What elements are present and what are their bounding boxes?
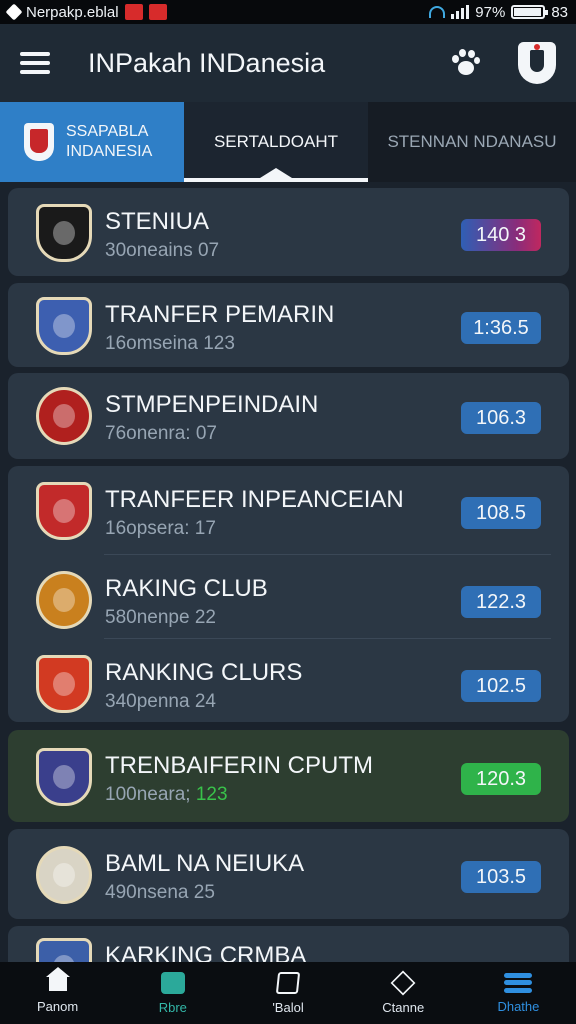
row-title: RAKING CLUB [105,575,268,602]
app-notification-icon-2 [148,4,167,20]
list-item[interactable]: STMPENPEINDAIN 76onenra: 07 106.3 [8,371,569,459]
signal-icon [451,5,470,19]
list-item[interactable]: RANKING CLURS 340penna 24 102.5 [8,639,569,727]
row-subtitle-prefix: 100neara; [105,784,191,805]
tab-label: SSAPABLA INDANESIA [66,123,153,160]
score-badge: 120.3 [461,763,541,795]
score-badge: 122.3 [461,586,541,618]
tab-active-notch [260,168,292,178]
tab-label: STENNAN NDANASU [387,132,557,151]
status-carrier-text: Nerpakp.eblal [26,3,119,21]
nav-label: Dhathe [497,998,540,1014]
score-badge: 1:36.5 [461,312,541,344]
list-item[interactable]: KARKING CRMBA [8,922,569,962]
square-icon [160,971,185,994]
club-logo-icon [36,938,92,962]
row-subtitle: 30oneains 07 [105,240,220,261]
app-bar: INPakah INDanesia [0,24,576,102]
battery-icon [511,5,549,19]
list-card: BAML NA NEIUKA 490nsena 25 103.5 [8,829,569,919]
tab-label: SERTALDOAHT [213,132,339,151]
score-badge: 102.5 [461,670,541,702]
list-item[interactable]: BAML NA NEIUKA 490nsena 25 103.5 [8,830,569,918]
score-badge: 108.5 [461,497,541,529]
club-logo-icon [36,655,92,713]
list-card-partial: KARKING CRMBA [8,926,569,962]
tab-ssapabla-indanesia[interactable]: SSAPABLA INDANESIA [0,102,184,182]
row-subtitle: 16opsera: 17 [105,518,216,539]
status-bar: Nerpakp.eblal 97% 83 [0,0,576,24]
nav-ctanne[interactable]: Ctanne [346,962,461,1024]
score-badge: 103.5 [461,861,541,893]
menu-icon[interactable] [20,52,50,74]
app-title: INPakah INDanesia [88,47,326,78]
nav-label: Ctanne [382,999,425,1015]
nav-home[interactable]: Panom [0,962,115,1024]
row-title: BAML NA NEIUKA [105,850,305,877]
app-notification-icon [124,4,143,20]
club-list[interactable]: STENIUA 30oneains 07 140 3 TRANFER PEMAR… [0,182,576,962]
tab-bar: SSAPABLA INDANESIA SERTALDOAHT STENNAN N… [0,102,576,182]
club-logo-icon [36,748,92,806]
row-subtitle: 340penna 24 [105,691,216,712]
frame-icon [275,971,301,994]
battery-percent: 97% [475,3,506,21]
club-logo-icon [36,204,92,262]
list-item[interactable]: TRANFER PEMARIN 16omseina 123 1:36.5 [8,281,569,369]
club-logo-icon [36,571,92,629]
nav-rbre[interactable]: Rbre [115,962,230,1024]
nav-label: 'Balol [272,999,304,1015]
club-logo-icon [36,297,92,355]
notification-diamond-icon [5,3,23,21]
row-title: TRENBAIFERIN CPUTM [105,752,374,779]
row-title: STMPENPEINDAIN [105,391,319,418]
nav-dhathe[interactable]: Dhathe [461,962,576,1024]
row-subtitle: 580nenpe 22 [105,607,216,628]
score-badge: 106.3 [461,402,541,434]
list-card: STMPENPEINDAIN 76onenra: 07 106.3 [8,373,569,459]
status-time: 83 [551,3,568,21]
row-subtitle: 100neara; 123 [105,784,228,806]
crest-icon [24,123,54,161]
nav-label: Rbre [158,999,187,1015]
list-card-highlighted: TRENBAIFERIN CPUTM 100neara; 123 120.3 [8,730,569,822]
club-logo-icon [36,482,92,540]
stack-icon [504,972,533,993]
cube-icon [390,970,416,995]
paw-icon[interactable] [448,47,480,79]
list-item[interactable]: TRANFEER INPEANCEIAN 16opsera: 17 108.5 [8,466,569,554]
club-logo-icon [36,846,92,904]
row-title: STENIUA [105,208,210,235]
row-subtitle: 16omseina 123 [105,333,235,354]
wifi-icon [429,6,446,18]
row-title: KARKING CRMBA [105,942,307,962]
row-title: TRANFER PEMARIN [105,301,335,328]
score-badge: 140 3 [461,219,541,251]
profile-crest-icon[interactable] [518,42,556,84]
row-title: RANKING CLURS [105,659,303,686]
home-icon [45,966,71,993]
list-item[interactable]: RAKING CLUB 580nenpe 22 122.3 [8,555,569,643]
tab-sertaldoaht[interactable]: SERTALDOAHT [184,102,368,182]
row-subtitle: 490nsena 25 [105,882,215,903]
list-item[interactable]: STENIUA 30oneains 07 140 3 [8,188,569,276]
tab-stennan-ndanasu[interactable]: STENNAN NDANASU [368,102,576,182]
list-card: TRANFER PEMARIN 16omseina 123 1:36.5 [8,283,569,367]
list-card: STENIUA 30oneains 07 140 3 [8,188,569,276]
list-item[interactable]: TRENBAIFERIN CPUTM 100neara; 123 120.3 [8,732,569,820]
row-subtitle: 76onenra: 07 [105,423,217,444]
list-card-group: TRANFEER INPEANCEIAN 16opsera: 17 108.5 … [8,466,569,722]
nav-label: Panom [37,998,79,1014]
club-logo-icon [36,387,92,445]
row-title: TRANFEER INPEANCEIAN [105,486,404,513]
bottom-nav: Panom Rbre 'Balol Ctanne Dhathe [0,962,576,1024]
nav-balol[interactable]: 'Balol [230,962,345,1024]
row-subtitle-highlight: 123 [195,784,228,805]
